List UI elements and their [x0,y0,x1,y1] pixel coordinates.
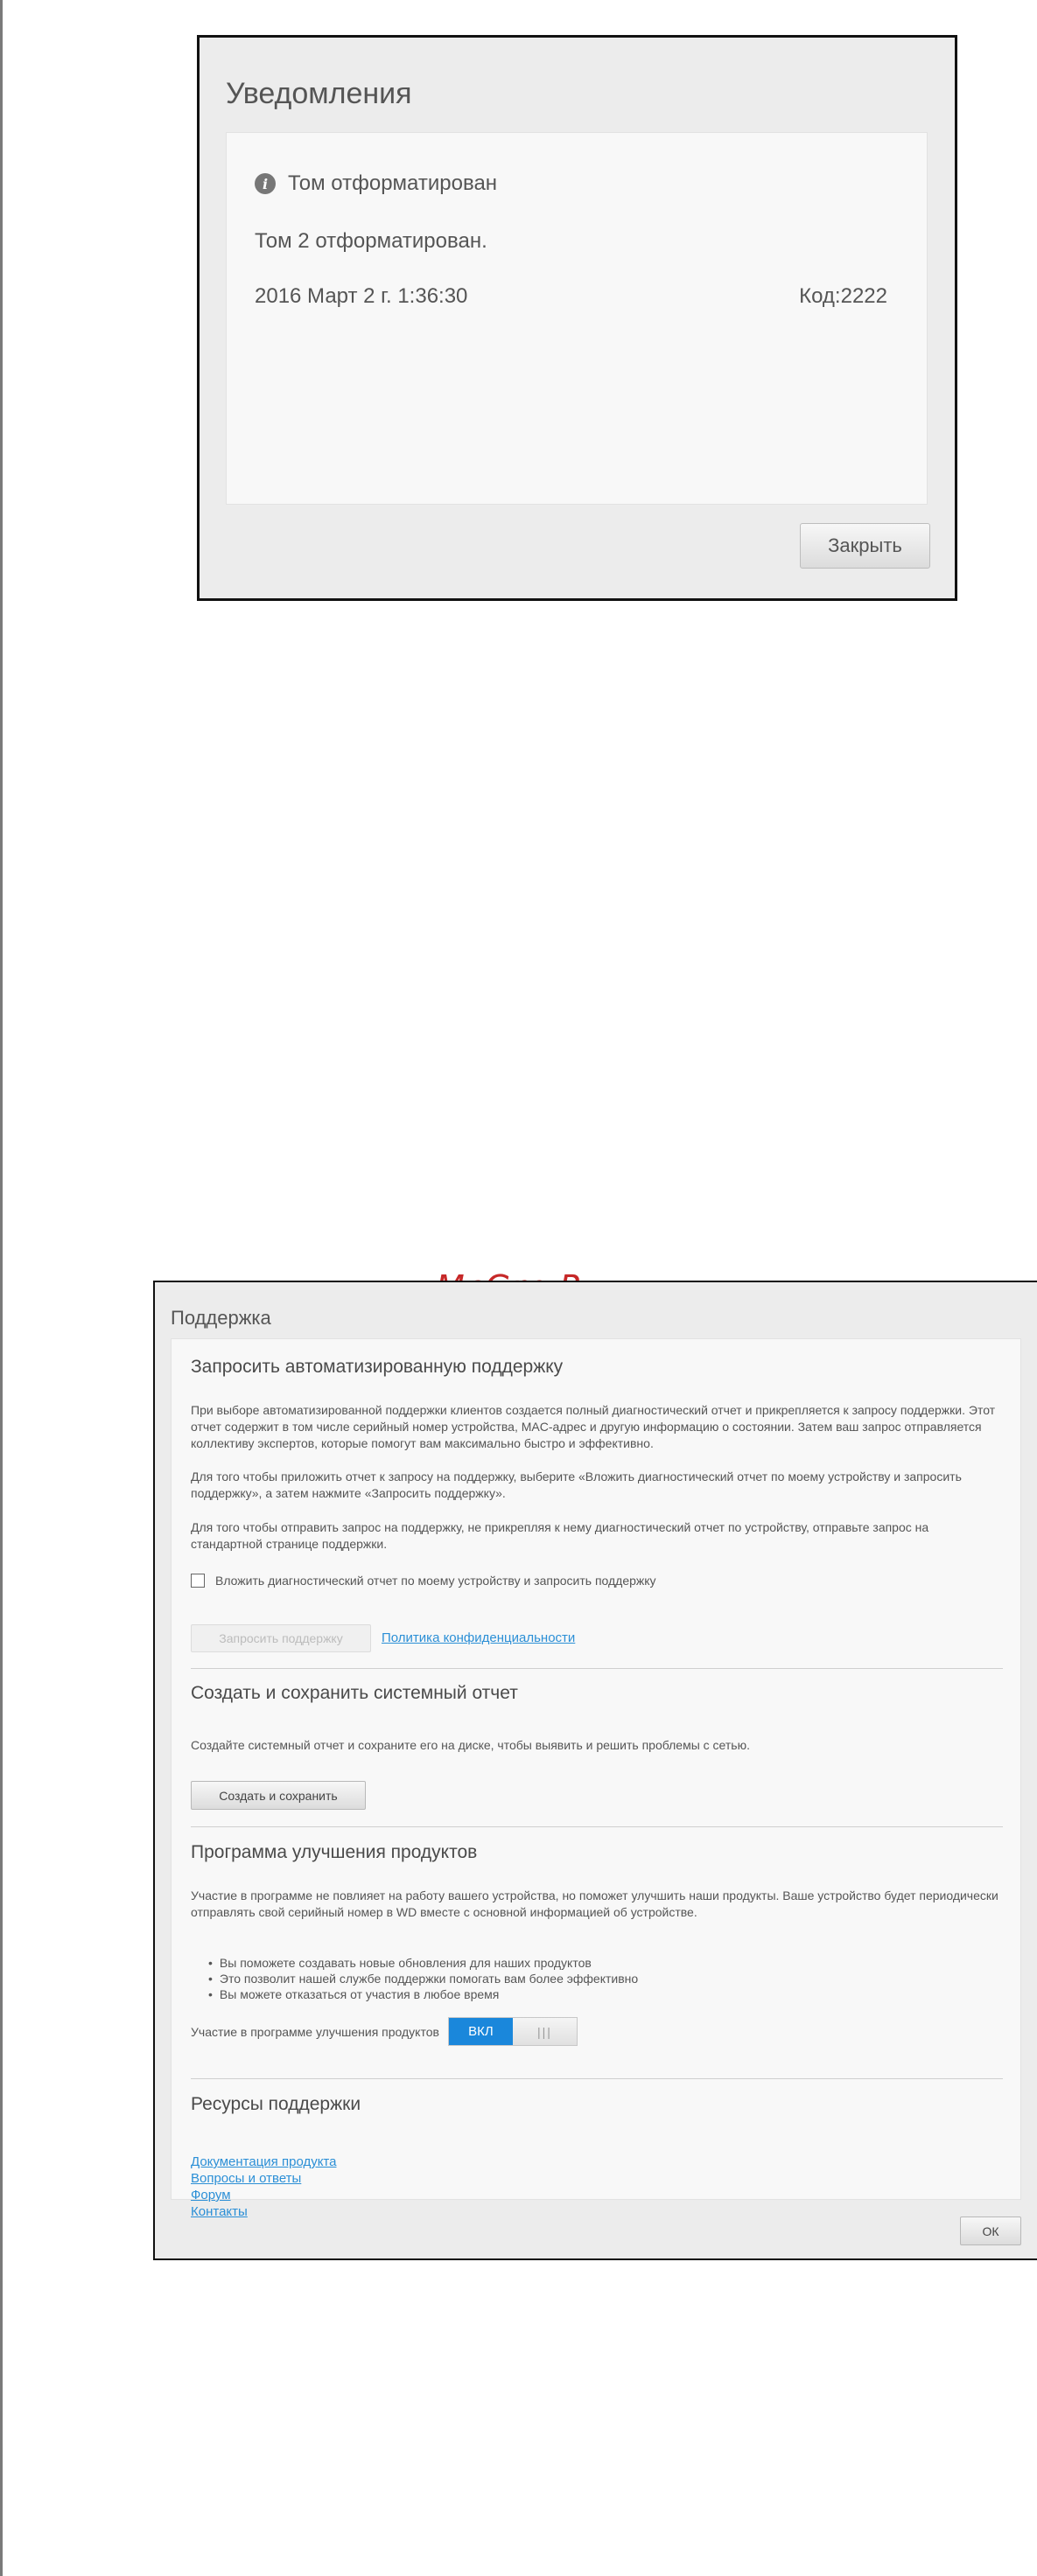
improvement-section: Программа улучшения продуктов [191,1842,1003,1863]
auto-support-para-1: При выборе автоматизированной поддержки … [191,1403,996,1450]
attach-report-checkbox[interactable] [191,1574,205,1588]
improvement-toggle[interactable]: ВКЛ ||| [447,2017,578,2046]
attach-report-row[interactable]: Вложить диагностический отчет по моему у… [191,1574,656,1588]
close-button[interactable]: Закрыть [800,523,930,569]
section-title: Запросить автоматизированную поддержку [191,1357,564,1377]
notification-heading-row: i Том отформатирован [255,171,497,196]
privacy-policy-link[interactable]: Политика конфиденциальности [382,1630,575,1645]
resources-links: Документация продукта Вопросы и ответы Ф… [191,2154,336,2220]
auto-support-para-3: Для того чтобы отправить запрос на подде… [191,1520,929,1551]
list-item: Это позволит нашей службе поддержки помо… [208,1971,638,1986]
support-dialog: Поддержка Запросить автоматизированную п… [153,1281,1037,2260]
section-title: Ресурсы поддержки [191,2094,361,2114]
contacts-link[interactable]: Контакты [191,2203,336,2220]
dialog-title: Уведомления [226,77,412,110]
toggle-on-segment[interactable]: ВКЛ [448,2018,513,2045]
auto-support-para-2: Для того чтобы приложить отчет к запросу… [191,1470,962,1500]
resources-section: Ресурсы поддержки [191,2094,1003,2115]
divider [191,2078,1003,2079]
section-title: Программа улучшения продуктов [191,1842,478,1862]
divider [191,1826,1003,1827]
improvement-toggle-row: Участие в программе улучшения продуктов … [191,2017,578,2046]
section-title: Создать и сохранить системный отчет [191,1683,518,1703]
info-icon: i [255,173,276,194]
notification-message: Том 2 отформатирован. [255,229,487,253]
ok-button[interactable]: ОК [960,2216,1021,2245]
toggle-off-segment[interactable]: ||| [512,2018,577,2045]
create-and-save-button[interactable]: Создать и сохранить [191,1781,366,1810]
page-left-rule [0,0,3,2576]
forum-link[interactable]: Форум [191,2187,336,2203]
auto-support-section: Запросить автоматизированную поддержку [191,1357,1003,1378]
improvement-description: Участие в программе не повлияет на работ… [191,1888,998,1919]
dialog-title: Поддержка [171,1307,271,1329]
system-report-description: Создайте системный отчет и сохраните его… [191,1738,750,1752]
support-panel: Запросить автоматизированную поддержку П… [171,1338,1021,2219]
list-item: Вы можете отказаться от участия в любое … [208,1986,638,2002]
notifications-dialog: Уведомления i Том отформатирован Том 2 о… [197,35,957,601]
system-report-section: Создать и сохранить системный отчет [191,1683,1003,1704]
list-item: Вы поможете создавать новые обновления д… [208,1955,638,1971]
notification-date: 2016 Март 2 г. 1:36:30 [255,284,468,308]
notification-code: Код:2222 [799,284,887,308]
toggle-label: Участие в программе улучшения продуктов [191,2024,439,2039]
notification-panel: i Том отформатирован Том 2 отформатирова… [226,132,928,505]
divider [191,1668,1003,1669]
faq-link[interactable]: Вопросы и ответы [191,2170,336,2187]
checkbox-label: Вложить диагностический отчет по моему у… [215,1574,656,1588]
request-support-button[interactable]: Запросить поддержку [191,1624,371,1652]
notification-heading: Том отформатирован [288,171,498,195]
product-docs-link[interactable]: Документация продукта [191,2154,336,2170]
benefits-list: Вы поможете создавать новые обновления д… [208,1955,638,2002]
